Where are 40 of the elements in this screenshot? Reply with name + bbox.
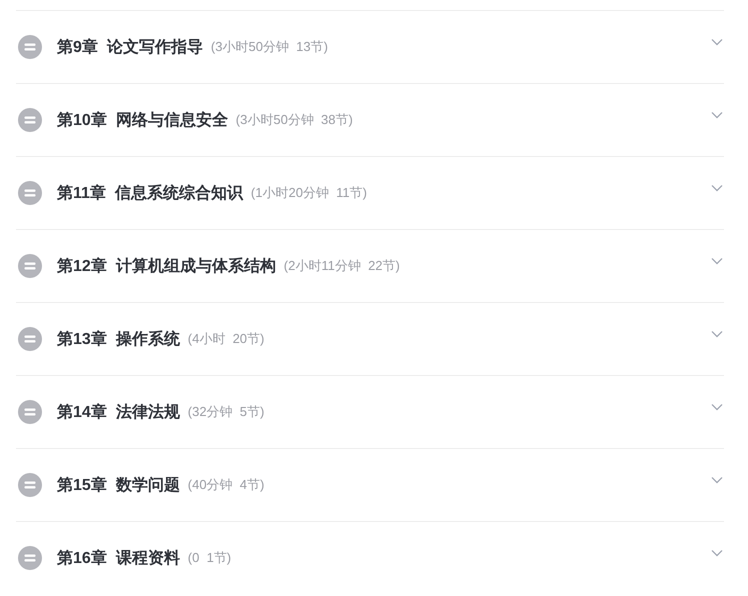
- chapter-duration: (0 1节): [188, 549, 232, 567]
- chapter-title[interactable]: 法律法规: [116, 402, 180, 422]
- list-icon: [18, 181, 42, 205]
- chapter-number: 第11章: [57, 183, 106, 204]
- chevron-down-icon[interactable]: [711, 330, 723, 338]
- chevron-down-icon[interactable]: [711, 184, 723, 192]
- chapter-title[interactable]: 数学问题: [116, 474, 180, 496]
- list-icon: [18, 546, 42, 570]
- chapter-number: 第14章: [57, 402, 107, 422]
- chevron-down-icon[interactable]: [711, 476, 723, 484]
- chevron-down-icon[interactable]: [711, 257, 723, 265]
- chapter-duration: (1小时20分钟 11节): [250, 184, 367, 202]
- chapter-duration: (3小时50分钟 38节): [236, 111, 353, 129]
- list-icon: [18, 35, 42, 59]
- chapter-number: 第16章: [57, 548, 107, 568]
- chevron-down-icon[interactable]: [711, 549, 723, 557]
- chapter-duration: (3小时50分钟 13节): [210, 38, 328, 56]
- chapter-number: 第9章: [57, 37, 98, 58]
- chapter-duration: (32分钟 5节): [188, 403, 264, 421]
- chapter-number: 第15章: [57, 475, 107, 496]
- chapter-number: 第12章: [57, 256, 107, 276]
- chapter-number: 第13章: [57, 329, 107, 350]
- list-icon: [18, 254, 42, 278]
- chapter-title[interactable]: 计算机组成与体系结构: [116, 256, 276, 276]
- chapter-title[interactable]: 信息系统综合知识: [114, 182, 243, 204]
- chapter-title[interactable]: 网络与信息安全: [116, 110, 228, 130]
- list-icon: [18, 400, 42, 424]
- list-icon: [18, 327, 42, 351]
- chevron-down-icon[interactable]: [711, 403, 723, 411]
- chapter-duration: (2小时11分钟 22节): [284, 257, 400, 275]
- chevron-down-icon[interactable]: [711, 111, 723, 119]
- chapter-title[interactable]: 操作系统: [116, 328, 180, 350]
- chevron-down-icon[interactable]: [711, 38, 723, 46]
- chapter-duration: (40分钟 4节): [188, 476, 264, 494]
- chapter-number: 第10章: [57, 110, 107, 130]
- chapter-title[interactable]: 课程资料: [116, 548, 180, 568]
- chapter-title[interactable]: 论文写作指导: [106, 36, 203, 58]
- chapter-duration: (4小时 20节): [188, 330, 264, 348]
- list-icon: [18, 108, 42, 132]
- list-icon: [18, 473, 42, 497]
